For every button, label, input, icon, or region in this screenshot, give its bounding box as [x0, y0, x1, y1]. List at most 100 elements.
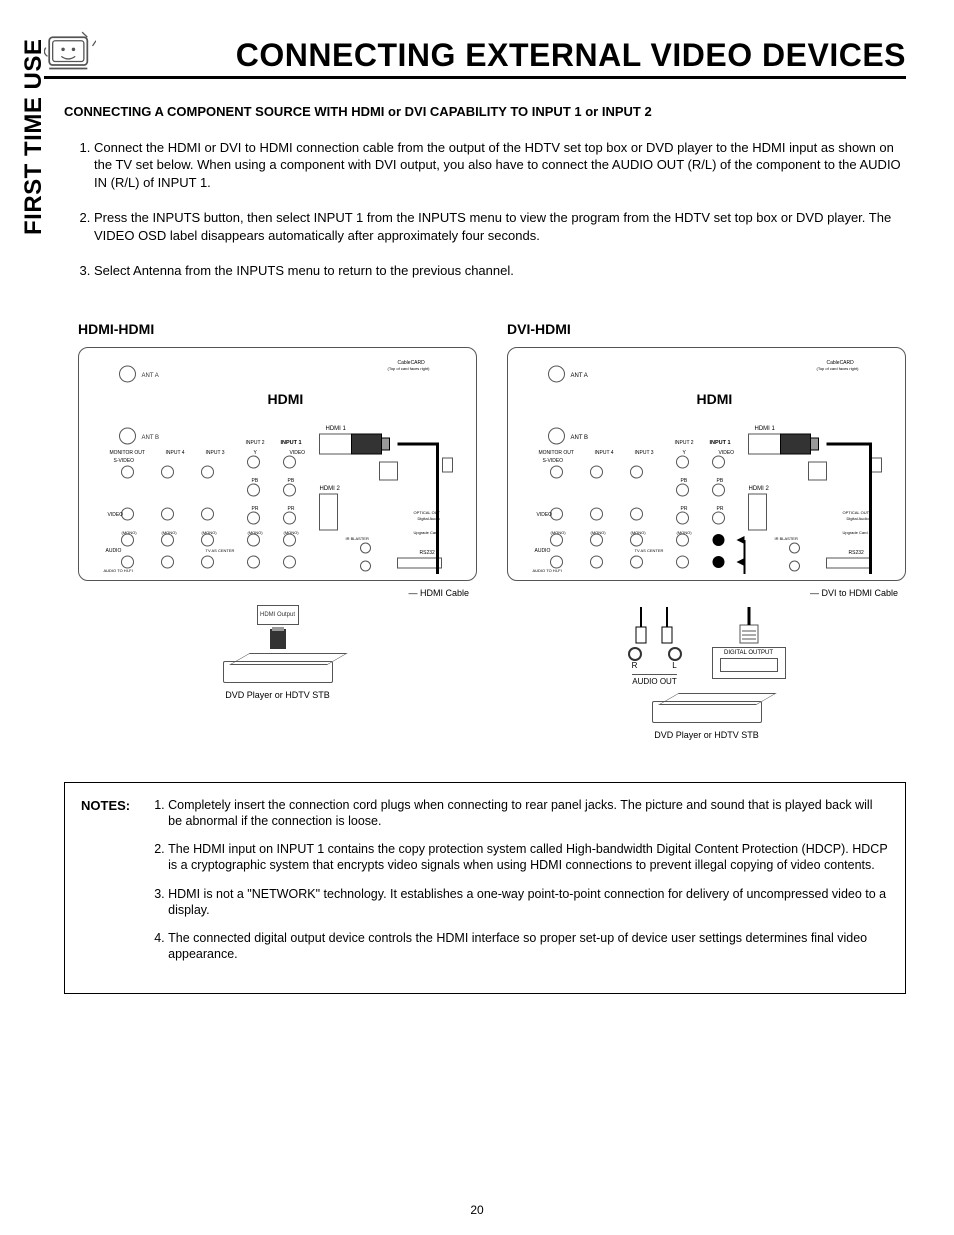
- note-item: The HDMI input on INPUT 1 contains the c…: [168, 841, 889, 874]
- svg-text:PB: PB: [252, 478, 259, 484]
- label-upgrade: Upgrade Card: [414, 530, 439, 535]
- svg-text:PB: PB: [288, 478, 295, 484]
- rca-plugs-icon: [630, 605, 680, 645]
- svg-text:PR: PR: [288, 506, 295, 512]
- svg-text:Y: Y: [683, 450, 687, 456]
- bottom-device: HDMI Output DVD Player or HDTV STB: [78, 605, 477, 701]
- svg-text:IR BLASTER: IR BLASTER: [775, 536, 798, 541]
- tv-mascot-icon: [44, 30, 96, 74]
- svg-text:ANT B: ANT B: [571, 435, 589, 441]
- dvi-connector: DIGITAL OUTPUT: [712, 605, 786, 679]
- svg-text:(MONO): (MONO): [162, 530, 178, 535]
- label-video-col: VIDEO: [290, 450, 306, 456]
- page-number: 20: [0, 1203, 954, 1217]
- bottom-device: DVD Player or HDTV STB: [507, 693, 906, 741]
- svg-text:AUDIO TO HI-FI: AUDIO TO HI-FI: [533, 568, 562, 573]
- step-item: Press the INPUTS button, then select INP…: [94, 209, 906, 244]
- svg-text:TV AS CENTER: TV AS CENTER: [635, 548, 664, 553]
- label-video-row: VIDEO: [108, 512, 124, 518]
- svg-text:PR: PR: [717, 506, 724, 512]
- svg-text:(MONO): (MONO): [631, 530, 647, 535]
- audio-l-label: L: [668, 661, 682, 672]
- label-hdmi1: HDMI 1: [326, 426, 347, 432]
- svg-text:(MONO): (MONO): [248, 530, 264, 535]
- cable-label: — DVI to HDMI Cable: [507, 587, 898, 599]
- svg-text:PB: PB: [681, 478, 688, 484]
- label-input2: INPUT 2: [246, 440, 265, 446]
- label-input4: INPUT 4: [166, 450, 185, 456]
- label-hdmi2: HDMI 2: [320, 486, 341, 492]
- svg-text:(MONO): (MONO): [122, 530, 138, 535]
- page-header: CONNECTING EXTERNAL VIDEO DEVICES: [44, 30, 906, 79]
- svg-text:HDMI 1: HDMI 1: [755, 426, 776, 432]
- dvd-player-icon: [223, 653, 333, 683]
- svg-text:(Top of card faces right): (Top of card faces right): [388, 366, 431, 371]
- dvd-player-icon: [652, 693, 762, 723]
- dvi-plug-icon: [734, 605, 764, 645]
- svg-text:(MONO): (MONO): [591, 530, 607, 535]
- device-label: DVD Player or HDTV STB: [225, 689, 330, 701]
- cable-label: — HDMI Cable: [78, 587, 469, 599]
- main-content: CONNECTING A COMPONENT SOURCE WITH HDMI …: [64, 103, 906, 994]
- notes-label: NOTES:: [81, 797, 130, 975]
- svg-text:INPUT 4: INPUT 4: [595, 450, 614, 456]
- audio-r-label: R: [628, 661, 642, 672]
- diagram-title: DVI-HDMI: [507, 320, 906, 339]
- page-title: CONNECTING EXTERNAL VIDEO DEVICES: [236, 37, 906, 74]
- svg-text:INPUT 3: INPUT 3: [635, 450, 654, 456]
- svg-text:INPUT 1: INPUT 1: [710, 440, 731, 446]
- svg-text:Y: Y: [254, 450, 258, 456]
- svg-text:S-VIDEO: S-VIDEO: [543, 458, 564, 464]
- step-item: Connect the HDMI or DVI to HDMI connecti…: [94, 139, 906, 192]
- note-item: HDMI is not a "NETWORK" technology. It e…: [168, 886, 889, 919]
- svg-text:HDMI: HDMI: [697, 391, 733, 407]
- diagram-hdmi-hdmi: HDMI-HDMI ANT A ANT B HDMI HDMI 1 HDMI 2: [78, 320, 477, 742]
- digital-output-box: DIGITAL OUTPUT: [712, 647, 786, 679]
- label-ant-a: ANT A: [142, 373, 159, 379]
- label-ant-b: ANT B: [142, 435, 160, 441]
- svg-text:AUDIO: AUDIO: [535, 548, 551, 554]
- diagram-title: HDMI-HDMI: [78, 320, 477, 339]
- label-audio-to-hifi: AUDIO TO HI-FI: [104, 568, 133, 573]
- svg-text:ANT A: ANT A: [571, 373, 588, 379]
- audio-out-label: AUDIO OUT: [632, 674, 676, 688]
- note-item: The connected digital output device cont…: [168, 930, 889, 963]
- svg-text:VIDEO: VIDEO: [537, 512, 553, 518]
- tv-back-panel: ANT A ANT B HDMI HDMI 1 HDMI 2 MONITOR O…: [78, 347, 477, 581]
- label-rs232: RS232: [420, 550, 436, 556]
- tv-back-panel: ANT A ANT B HDMI HDMI 1 HDMI 2 MONITOR O…: [507, 347, 906, 581]
- step-item: Select Antenna from the INPUTS menu to r…: [94, 262, 906, 280]
- label-monitor-out: MONITOR OUT: [110, 450, 145, 456]
- svg-text:PB: PB: [717, 478, 724, 484]
- notes-box: NOTES: Completely insert the connection …: [64, 782, 906, 994]
- svg-text:OPTICAL OUT: OPTICAL OUT: [843, 510, 870, 515]
- svg-text:(MONO): (MONO): [284, 530, 300, 535]
- audio-cables: R L AUDIO OUT: [628, 605, 682, 688]
- svg-text:PR: PR: [681, 506, 688, 512]
- notes-list: Completely insert the connection cord pl…: [148, 797, 889, 975]
- diagram-row: HDMI-HDMI ANT A ANT B HDMI HDMI 1 HDMI 2: [78, 320, 906, 742]
- svg-text:(MONO): (MONO): [677, 530, 693, 535]
- label-tv-as-center: TV AS CENTER: [206, 548, 235, 553]
- hdmi-logo: HDMI: [268, 391, 304, 407]
- step-list: Connect the HDMI or DVI to HDMI connecti…: [64, 139, 906, 280]
- svg-text:(Top of card faces right): (Top of card faces right): [817, 366, 860, 371]
- svg-text:HDMI 2: HDMI 2: [749, 486, 770, 492]
- label-svideo: S-VIDEO: [114, 458, 135, 464]
- svg-text:Upgrade Card: Upgrade Card: [843, 530, 868, 535]
- label-audio-row: AUDIO: [106, 548, 122, 554]
- svg-text:VIDEO: VIDEO: [719, 450, 735, 456]
- svg-text:Digital Audio: Digital Audio: [847, 516, 870, 521]
- label-ir-blaster: IR BLASTER: [346, 536, 369, 541]
- svg-text:MONITOR OUT: MONITOR OUT: [539, 450, 574, 456]
- svg-text:(MONO): (MONO): [551, 530, 567, 535]
- svg-text:RS232: RS232: [849, 550, 865, 556]
- svg-text:(MONO): (MONO): [202, 530, 218, 535]
- svg-text:INPUT 2: INPUT 2: [675, 440, 694, 446]
- device-label: DVD Player or HDTV STB: [654, 729, 759, 741]
- note-item: Completely insert the connection cord pl…: [168, 797, 889, 830]
- label-input1: INPUT 1: [281, 440, 302, 446]
- side-category-label: FIRST TIME USE: [20, 39, 48, 235]
- hdmi-output-port: HDMI Output: [257, 605, 299, 625]
- section-heading: CONNECTING A COMPONENT SOURCE WITH HDMI …: [64, 103, 906, 121]
